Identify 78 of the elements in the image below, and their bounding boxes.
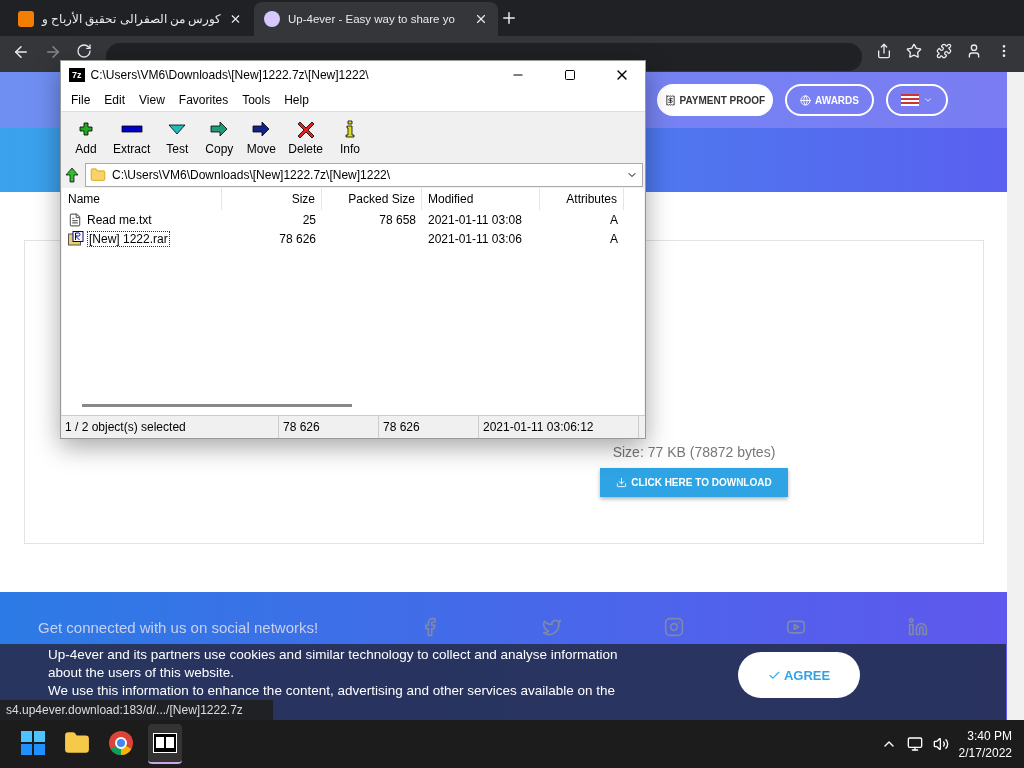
table-cell-text: 2021-01-11 03:08 bbox=[427, 211, 523, 229]
share-icon[interactable] bbox=[876, 43, 892, 59]
column-header[interactable]: Name bbox=[62, 188, 222, 210]
table-cell-text: A bbox=[609, 211, 619, 229]
table-cell-text: 25 bbox=[301, 211, 317, 229]
app-logo: 7z bbox=[69, 68, 85, 82]
table-cell-text: 2021-01-11 03:06 bbox=[427, 230, 523, 248]
close-icon[interactable] bbox=[474, 12, 488, 26]
toolbar-button[interactable]: Move bbox=[240, 118, 283, 156]
nav-button[interactable] bbox=[886, 84, 948, 116]
download-icon bbox=[616, 477, 628, 488]
taskbar-app[interactable] bbox=[148, 724, 182, 764]
speaker-icon[interactable] bbox=[932, 736, 949, 752]
path-field[interactable]: C:\Users\VM6\Downloads\[New]1222.7z\[New]1222\ bbox=[85, 163, 643, 187]
toolbar-button[interactable]: Test bbox=[156, 118, 199, 156]
nav-button[interactable]: PAYMENT PROOF bbox=[656, 84, 774, 116]
file-size: Size: 77 KB (78872 bytes) bbox=[612, 444, 776, 460]
favicon-icon bbox=[264, 11, 280, 27]
menu-item[interactable]: File bbox=[65, 93, 97, 107]
clock-time: 3:40 PM bbox=[967, 728, 1012, 743]
new-tab-icon[interactable] bbox=[500, 9, 518, 27]
toolbar-button[interactable]: Info bbox=[329, 118, 372, 156]
folder-icon bbox=[90, 167, 106, 183]
archive-file-icon bbox=[68, 231, 84, 246]
column-header[interactable]: Attributes bbox=[540, 188, 624, 210]
browser-icon bbox=[109, 731, 133, 755]
close-icon[interactable] bbox=[229, 12, 242, 26]
clock-date: 2/17/2022 bbox=[958, 745, 1012, 760]
up-folder-icon[interactable] bbox=[63, 166, 81, 184]
extensions-icon[interactable] bbox=[936, 43, 952, 59]
receipt-icon bbox=[664, 94, 676, 106]
table-cell-text: 78 658 bbox=[378, 211, 417, 229]
browser-tab[interactable]: Up-4ever - Easy way to share yo bbox=[254, 2, 498, 36]
column-header[interactable]: Modified bbox=[422, 188, 540, 210]
toolbar-button[interactable]: Add bbox=[65, 118, 107, 156]
column-header[interactable]: Size bbox=[222, 188, 322, 210]
forward-icon[interactable] bbox=[44, 43, 62, 61]
toolbar-button[interactable]: Copy bbox=[198, 118, 241, 156]
menu-item[interactable]: Edit bbox=[98, 93, 132, 107]
file-name[interactable]: Read me.txt bbox=[62, 210, 222, 229]
table-cell-text: 78 626 bbox=[278, 230, 317, 248]
menu-item[interactable]: Help bbox=[278, 93, 315, 107]
network-icon[interactable] bbox=[906, 736, 923, 752]
menu-item[interactable]: Favorites bbox=[172, 93, 235, 107]
reload-icon[interactable] bbox=[76, 43, 92, 59]
social-heading: Get connected with us on social networks! bbox=[38, 618, 319, 636]
browser-tab[interactable]: كورس من الصفرالى تحقيق الأرباح و bbox=[8, 2, 252, 36]
file-name[interactable]: [New] 1222.rar bbox=[62, 229, 222, 248]
archive-app-icon bbox=[153, 733, 177, 753]
favicon-icon bbox=[18, 11, 34, 27]
bookmark-star-icon[interactable] bbox=[906, 43, 922, 59]
link-status-url: s4.up4ever.download:183/d/.../[New]1222.7z bbox=[0, 700, 273, 720]
caret-icon bbox=[923, 95, 933, 105]
menu-item[interactable]: Tools bbox=[236, 93, 277, 107]
table-cell-text: A bbox=[609, 230, 619, 248]
scrollbar[interactable] bbox=[1007, 72, 1024, 720]
profile-icon[interactable] bbox=[966, 43, 982, 59]
maximize-icon[interactable] bbox=[564, 69, 576, 81]
scrollbar-thumb[interactable] bbox=[82, 404, 352, 407]
column-header[interactable]: Packed Size bbox=[322, 188, 422, 210]
cookie-text: We use this information to enhance the content, advertising and other services available on the bbox=[48, 682, 617, 700]
status-text: 78 626 bbox=[279, 416, 379, 438]
tab-title: كورس من الصفرالى تحقيق الأرباح و bbox=[42, 12, 221, 26]
window-title: C:\Users\VM6\Downloads\[New]1222.7z\[New]1222\ bbox=[90, 68, 370, 82]
status-text: 1 / 2 object(s) selected bbox=[61, 416, 279, 438]
windows-icon bbox=[21, 731, 45, 755]
flag-icon bbox=[901, 94, 919, 106]
cookie-text: Up-4ever and its partners use cookies and similar technology to collect and analyse information about the users of this website. bbox=[48, 646, 619, 682]
status-text: 2021-01-11 03:06:12 bbox=[479, 416, 639, 438]
globe-icon bbox=[800, 94, 812, 106]
back-icon[interactable] bbox=[12, 43, 30, 61]
status-text: 78 626 bbox=[379, 416, 479, 438]
text-file-icon bbox=[68, 212, 82, 227]
toolbar-button[interactable]: Delete bbox=[282, 118, 330, 156]
folder-icon bbox=[64, 730, 90, 756]
toolbar-button[interactable]: Extract bbox=[107, 118, 157, 156]
menu-item[interactable]: View bbox=[133, 93, 171, 107]
tab-title: Up-4ever - Easy way to share yo bbox=[288, 13, 456, 25]
